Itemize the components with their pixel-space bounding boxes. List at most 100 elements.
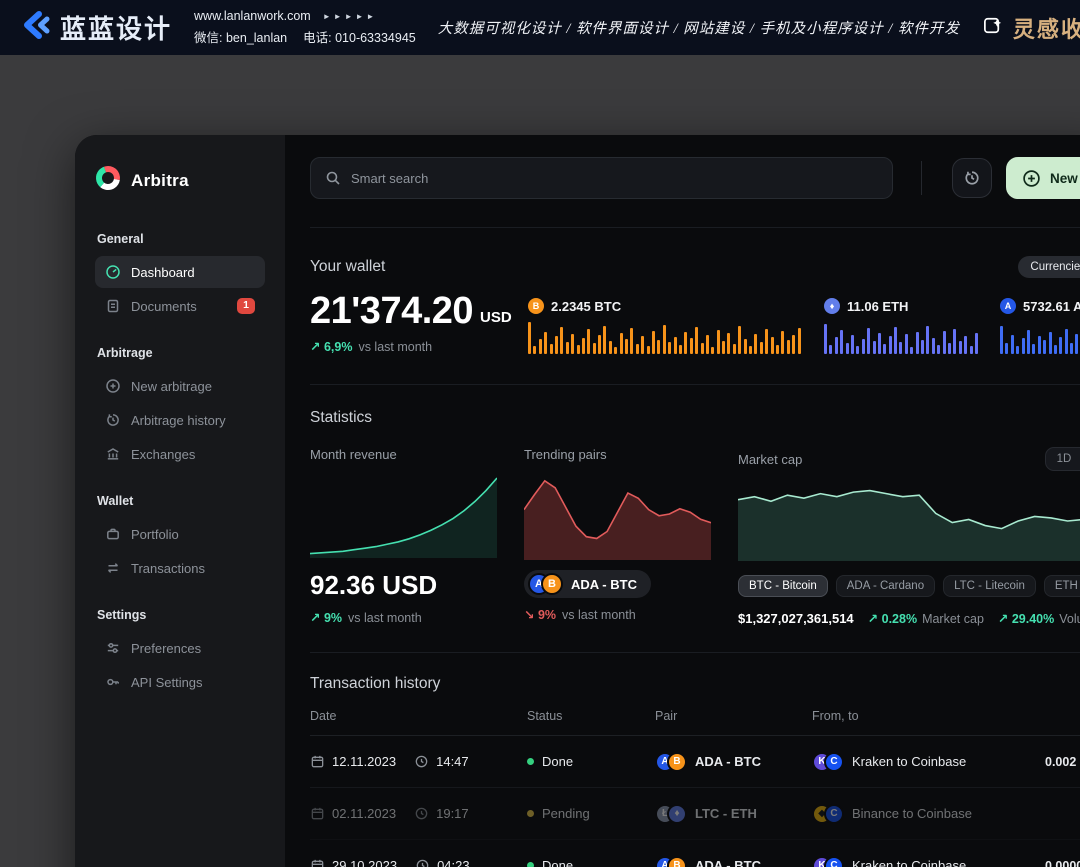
wechat-label: 微信: ben_lanlan xyxy=(194,27,287,46)
balance-currency: USD xyxy=(480,309,512,326)
tx-from-to: Binance to Coinbase xyxy=(852,806,972,821)
services-list: 大数据可视化设计 / 软件界面设计 / 网站建设 / 手机及小程序设计 / 软件… xyxy=(438,17,960,38)
sidebar-item-label: Transactions xyxy=(131,561,205,576)
table-row[interactable]: 29.10.2023 04:23 Done A B ADA - BT xyxy=(310,840,1080,867)
documents-badge: 1 xyxy=(237,298,255,314)
sidebar-item-api-settings[interactable]: API Settings xyxy=(95,666,265,698)
sidebar-item-new-arbitrage[interactable]: New arbitrage xyxy=(95,370,265,402)
sidebar-item-label: Arbitrage history xyxy=(131,413,226,428)
trending-pair-pill[interactable]: A B ADA - BTC xyxy=(524,570,651,598)
month-revenue-change: ↗ 9% xyxy=(310,610,342,625)
month-revenue-value: 92.36 USD xyxy=(310,570,497,601)
wallet-section: Your wallet Currencies E 21'374.20 USD ↗… xyxy=(310,228,1080,385)
currencies-pill[interactable]: Currencies xyxy=(1018,256,1080,278)
sidebar-item-documents[interactable]: Documents 1 xyxy=(95,290,265,322)
btc-coin-icon: B xyxy=(528,298,544,314)
arbitra-brand[interactable]: Arbitra xyxy=(95,165,265,196)
chip-eth-ethereum[interactable]: ETH - Ethereu xyxy=(1044,575,1080,597)
sliders-icon xyxy=(105,640,121,656)
collect-label: 灵感收集 xyxy=(1013,12,1080,44)
calendar-icon xyxy=(310,754,325,769)
btc-coin-icon: B xyxy=(667,752,687,772)
lanlan-logo[interactable]: 蓝蓝设计 xyxy=(18,8,172,47)
table-row[interactable]: 12.11.2023 14:47 Done A B ADA - BT xyxy=(310,736,1080,788)
new-arbitrage-label: New a xyxy=(1050,171,1080,186)
sidebar-item-label: Documents xyxy=(131,299,197,314)
ada-coin-icon: A xyxy=(1000,298,1016,314)
holding-btc: B 2.2345 BTC xyxy=(528,298,808,354)
chip-ltc-litecoin[interactable]: LTC - Litecoin xyxy=(943,575,1036,597)
lanlan-logo-icon xyxy=(18,8,52,47)
tx-time: 14:47 xyxy=(436,754,469,769)
month-revenue-label: Month revenue xyxy=(310,447,497,462)
volume-label: Volume (2 xyxy=(1059,612,1080,626)
tx-date: 02.11.2023 xyxy=(332,806,396,821)
btc-coin-icon: B xyxy=(667,856,687,867)
history-button[interactable] xyxy=(952,158,992,198)
transaction-history-title: Transaction history xyxy=(310,675,440,692)
btc-bars-chart xyxy=(528,322,808,354)
transaction-table-header: Date Status Pair From, to xyxy=(310,693,1080,736)
range-toggle: 1D 7D 1M xyxy=(1045,447,1080,471)
search-box[interactable] xyxy=(310,157,893,199)
sidebar: Arbitra General Dashboard Documents 1 Ar… xyxy=(75,135,285,867)
calendar-icon xyxy=(310,806,325,821)
sidebar-item-arbitrage-history[interactable]: Arbitrage history xyxy=(95,404,265,436)
chip-btc-bitcoin[interactable]: BTC - Bitcoin xyxy=(738,575,828,597)
sidebar-item-portfolio[interactable]: Portfolio xyxy=(95,518,265,550)
market-cap-value: $1,327,027,361,514 xyxy=(738,611,854,626)
desktop-background: Arbitra General Dashboard Documents 1 Ar… xyxy=(0,55,1080,867)
arbitra-logo-icon xyxy=(95,165,121,196)
topbar: New a xyxy=(310,157,1080,228)
table-row[interactable]: 02.11.2023 19:17 Pending Ł ♦ LTC - xyxy=(310,788,1080,840)
site-header: 蓝蓝设计 www.lanlanwork.com ►►►►► 微信: ben_la… xyxy=(0,0,1080,55)
arbitra-app-window: Arbitra General Dashboard Documents 1 Ar… xyxy=(75,135,1080,867)
column-pair: Pair xyxy=(655,709,812,723)
dashboard-icon xyxy=(105,264,121,280)
sidebar-item-dashboard[interactable]: Dashboard xyxy=(95,256,265,288)
sidebar-item-exchanges[interactable]: Exchanges xyxy=(95,438,265,470)
clock-icon xyxy=(414,806,429,821)
collect-icon xyxy=(982,14,1005,42)
status-pending-dot xyxy=(527,810,534,817)
holding-eth: ♦ 11.06 ETH xyxy=(824,298,984,354)
column-status: Status xyxy=(527,709,655,723)
tx-pair: LTC - ETH xyxy=(695,806,757,821)
search-icon xyxy=(325,170,341,186)
market-cap-change: ↗ 0.28% xyxy=(868,611,917,626)
market-cap-change-label: Market cap xyxy=(922,612,984,626)
tx-pair: ADA - BTC xyxy=(695,754,761,769)
ada-bars-chart xyxy=(1000,322,1080,354)
btc-coin-icon: B xyxy=(541,573,563,595)
balance-change-suffix: vs last month xyxy=(358,340,432,354)
tx-date: 29.10.2023 xyxy=(332,858,397,867)
eth-coin-icon: ♦ xyxy=(667,804,687,824)
range-1d-button[interactable]: 1D xyxy=(1048,450,1080,468)
search-input[interactable] xyxy=(351,171,878,186)
sidebar-section-general: General xyxy=(97,232,265,246)
sidebar-section-settings: Settings xyxy=(97,608,265,622)
sidebar-item-transactions[interactable]: Transactions xyxy=(95,552,265,584)
status-done-dot xyxy=(527,862,534,867)
tx-date: 12.11.2023 xyxy=(332,754,396,769)
chip-ada-cardano[interactable]: ADA - Cardano xyxy=(836,575,935,597)
wallet-title: Your wallet xyxy=(310,258,385,276)
wallet-balance: 21'374.20 USD ↗ 6,9% vs last month xyxy=(310,292,528,354)
btc-amount: 2.2345 BTC xyxy=(551,299,621,314)
document-icon xyxy=(105,298,121,314)
new-arbitrage-button[interactable]: New a xyxy=(1006,157,1080,199)
phone-label: 电话: 010-63334945 xyxy=(303,27,416,46)
trending-pair-name: ADA - BTC xyxy=(571,577,637,592)
coinbase-icon: C xyxy=(824,804,844,824)
inspiration-collect-link[interactable]: 灵感收集 xyxy=(982,12,1080,44)
trending-change: ↘ 9% xyxy=(524,607,556,622)
sidebar-section-arbitrage: Arbitrage xyxy=(97,346,265,360)
trending-pairs-chart xyxy=(524,468,711,560)
sidebar-item-preferences[interactable]: Preferences xyxy=(95,632,265,664)
ada-amount: 5732.61 ADA xyxy=(1023,299,1080,314)
statistics-title: Statistics xyxy=(310,409,372,426)
tx-pair: ADA - BTC xyxy=(695,858,761,867)
history-icon xyxy=(963,169,981,187)
website-link[interactable]: www.lanlanwork.com xyxy=(194,9,311,23)
tx-status: Done xyxy=(542,858,573,867)
